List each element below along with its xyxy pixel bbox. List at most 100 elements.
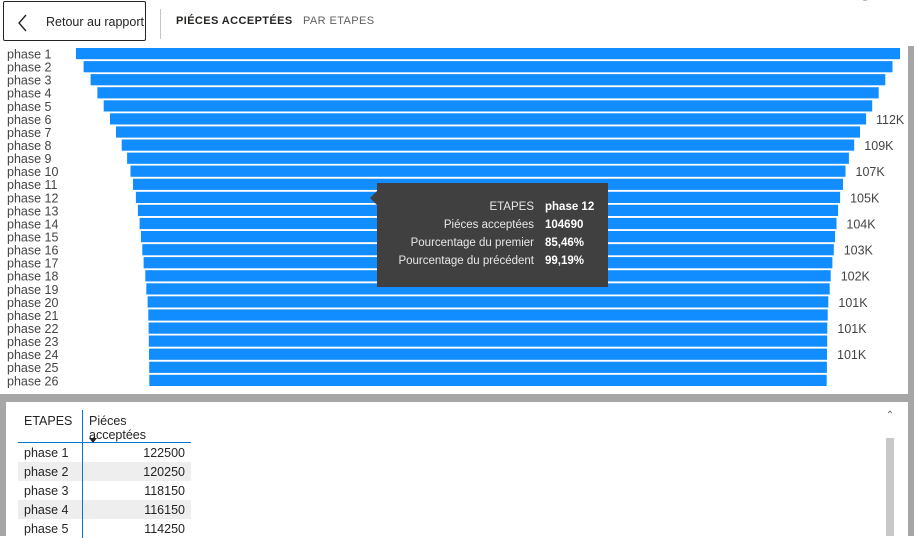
- tooltip-key: Pourcentage du premier: [410, 237, 534, 249]
- category-label: phase 3: [7, 74, 52, 88]
- data-table: ETAPES Piéces acceptées phase 1 122500 p…: [18, 410, 191, 538]
- tab-pieces-acceptees[interactable]: PIÉCES ACCEPTÉES: [176, 15, 293, 27]
- category-label: phase 11: [7, 178, 58, 192]
- category-label: phase 12: [7, 191, 58, 205]
- sort-descending-icon: [89, 438, 97, 443]
- cell-etape: phase 1: [18, 442, 83, 462]
- tooltip-arrow: [370, 191, 377, 205]
- tooltip-row-premier: Pourcentage du premier 85,46%: [377, 237, 608, 255]
- data-label: 103K: [844, 244, 874, 258]
- table-scrollbar[interactable]: ⌃: [884, 410, 896, 536]
- tab-par-etapes[interactable]: PAR ETAPES: [303, 15, 374, 27]
- table-row[interactable]: phase 5 114250: [18, 519, 191, 538]
- funnel-bar[interactable]: [83, 61, 893, 73]
- tooltip-value: 85,46%: [545, 237, 585, 249]
- cell-etape: phase 2: [18, 462, 83, 481]
- table-row[interactable]: phase 4 116150: [18, 500, 191, 519]
- cell-value: 120250: [82, 462, 191, 481]
- cell-etape: phase 3: [18, 481, 83, 500]
- category-label: phase 23: [7, 335, 58, 349]
- data-label: 112K: [876, 113, 905, 127]
- funnel-bar[interactable]: [148, 309, 828, 321]
- column-header-label: Piéces acceptées: [89, 414, 146, 442]
- category-label: phase 22: [7, 322, 58, 336]
- funnel-bar[interactable]: [148, 335, 828, 347]
- category-label: phase 4: [7, 87, 52, 101]
- data-label: 105K: [850, 191, 880, 205]
- back-to-report-button[interactable]: Retour au rapport: [3, 1, 146, 41]
- tooltip-key: ETAPES: [489, 201, 534, 213]
- tooltip-value: phase 12: [545, 201, 595, 213]
- cell-value: 114250: [82, 519, 191, 538]
- funnel-bar[interactable]: [149, 374, 827, 386]
- data-label: 107K: [856, 165, 886, 179]
- category-label: phase 14: [7, 217, 58, 231]
- category-label: phase 10: [7, 165, 58, 179]
- tooltip-value: 104690: [545, 219, 584, 231]
- category-label: phase 2: [7, 61, 52, 75]
- column-header-etapes[interactable]: ETAPES: [18, 410, 83, 443]
- category-label: phase 6: [7, 113, 52, 127]
- header-divider: [160, 9, 161, 39]
- category-label: phase 24: [7, 348, 58, 362]
- panel-separator: [908, 46, 914, 394]
- scrollbar-thumb[interactable]: [886, 438, 894, 536]
- top-bar: Retour au rapport PIÉCES ACCEPTÉES PAR E…: [0, 0, 914, 46]
- funnel-bar[interactable]: [149, 361, 827, 373]
- tooltip-key: Piéces acceptées: [443, 219, 534, 231]
- tooltip-row-pieces: Piéces acceptées 104690: [377, 219, 608, 237]
- table-row[interactable]: phase 2 120250: [18, 462, 191, 481]
- table-row[interactable]: phase 3 118150: [18, 481, 191, 500]
- data-label: 109K: [864, 139, 894, 153]
- category-label: phase 26: [7, 374, 58, 388]
- table-visual: ETAPES Piéces acceptées phase 1 122500 p…: [6, 402, 908, 538]
- funnel-bar[interactable]: [130, 165, 846, 177]
- category-label: phase 13: [7, 204, 58, 218]
- funnel-bar[interactable]: [97, 87, 879, 99]
- funnel-bar[interactable]: [147, 296, 829, 308]
- funnel-bar[interactable]: [149, 348, 827, 360]
- funnel-bar[interactable]: [127, 152, 849, 164]
- category-label: phase 1: [7, 48, 52, 62]
- tooltip-row-etapes: ETAPES phase 12: [377, 201, 608, 219]
- category-label: phase 25: [7, 361, 58, 375]
- cell-etape: phase 4: [18, 500, 83, 519]
- data-label: 102K: [841, 270, 871, 284]
- visual-options-icon[interactable]: [838, 0, 878, 6]
- funnel-bar[interactable]: [103, 100, 873, 112]
- category-label: phase 21: [7, 309, 58, 323]
- column-header-pieces[interactable]: Piéces acceptées: [82, 410, 191, 443]
- cell-value: 116150: [82, 500, 191, 519]
- table-row[interactable]: phase 1 122500: [18, 442, 191, 462]
- chevron-left-icon: [18, 14, 27, 32]
- category-label: phase 5: [7, 100, 52, 114]
- category-label: phase 15: [7, 231, 58, 245]
- funnel-bar[interactable]: [121, 139, 855, 151]
- funnel-bar[interactable]: [148, 322, 828, 334]
- tooltip-key: Pourcentage du précédent: [398, 255, 534, 267]
- chevron-up-icon[interactable]: ⌃: [884, 410, 896, 426]
- data-label: 101K: [838, 296, 868, 310]
- cell-value: 122500: [82, 442, 191, 462]
- data-label: 101K: [837, 348, 867, 362]
- category-label: phase 7: [7, 126, 52, 140]
- data-label: 101K: [837, 322, 867, 336]
- funnel-bar[interactable]: [90, 74, 886, 86]
- cell-value: 118150: [82, 481, 191, 500]
- data-label: 104K: [846, 217, 876, 231]
- funnel-bar[interactable]: [116, 126, 860, 138]
- funnel-bar[interactable]: [110, 113, 867, 125]
- chart-tooltip: ETAPES phase 12 Piéces acceptées 104690 …: [370, 183, 608, 287]
- category-label: phase 17: [7, 257, 58, 271]
- back-button-label: Retour au rapport: [46, 15, 144, 29]
- category-label: phase 9: [7, 152, 52, 166]
- tooltip-row-precedent: Pourcentage du précédent 99,19%: [377, 255, 608, 273]
- category-label: phase 8: [7, 139, 52, 153]
- category-label: phase 19: [7, 283, 58, 297]
- category-label: phase 16: [7, 244, 58, 258]
- cell-etape: phase 5: [18, 519, 83, 538]
- tooltip-value: 99,19%: [545, 255, 585, 267]
- funnel-bar[interactable]: [76, 48, 900, 60]
- category-label: phase 18: [7, 270, 58, 284]
- category-label: phase 20: [7, 296, 58, 310]
